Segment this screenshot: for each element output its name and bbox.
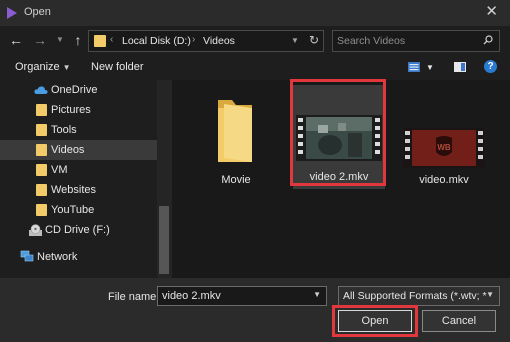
navigation-pane: OneDrive Pictures Tools Videos VM Websit… bbox=[0, 80, 172, 278]
svg-text:WB: WB bbox=[437, 143, 451, 152]
search-box[interactable] bbox=[332, 30, 500, 52]
window-title: Open bbox=[24, 6, 51, 18]
title-bar: Open ✕ bbox=[0, 0, 510, 26]
cancel-button[interactable]: Cancel bbox=[422, 310, 496, 332]
file-name-label: File name: bbox=[108, 291, 160, 303]
sidebar-item-youtube[interactable]: YouTube bbox=[0, 200, 157, 220]
sidebar-item-network[interactable]: Network bbox=[0, 247, 157, 267]
sidebar-item-label: Tools bbox=[51, 124, 77, 136]
address-bar[interactable]: ‹ Local Disk (D:) › Videos ▼ ↻ bbox=[88, 30, 324, 52]
folder-icon bbox=[94, 35, 106, 47]
file-name-field[interactable]: video 2.mkv ▼ bbox=[157, 286, 327, 306]
folder-icon bbox=[218, 100, 252, 162]
file-name: video.mkv bbox=[419, 174, 469, 186]
address-dropdown-icon[interactable]: ▼ bbox=[291, 36, 299, 45]
cloud-icon bbox=[34, 86, 48, 94]
folder-icon bbox=[36, 204, 47, 216]
view-options-chevron-icon[interactable]: ▼ bbox=[426, 63, 434, 72]
breadcrumb-videos[interactable]: Videos bbox=[203, 35, 235, 47]
sidebar-item-label: YouTube bbox=[51, 204, 95, 216]
file-item-movie[interactable]: Movie bbox=[190, 88, 282, 192]
sidebar-item-label: VM bbox=[51, 164, 68, 176]
up-arrow-icon[interactable]: ↑ bbox=[70, 32, 86, 48]
sidebar-item-videos[interactable]: Videos bbox=[0, 140, 157, 160]
file-type-value: All Supported Formats (*.wtv; * bbox=[343, 290, 487, 302]
sidebar-item-label: Network bbox=[37, 251, 78, 263]
folder-icon bbox=[36, 184, 47, 196]
folder-icon bbox=[36, 144, 47, 156]
sidebar-item-label: CD Drive (F:) bbox=[45, 224, 110, 236]
sidebar-item-label: Pictures bbox=[51, 104, 91, 116]
cd-drive-icon bbox=[29, 224, 42, 236]
sidebar-item-cd-drive[interactable]: CD Drive (F:) bbox=[0, 220, 157, 240]
video-thumbnail-icon: WB bbox=[403, 128, 485, 168]
chevron-down-icon: ▼ bbox=[62, 63, 71, 72]
forward-arrow-icon[interactable]: → bbox=[32, 32, 48, 48]
folder-icon bbox=[36, 124, 47, 136]
file-item-video[interactable]: WB video.mkv bbox=[398, 88, 490, 192]
refresh-icon[interactable]: ↻ bbox=[309, 33, 319, 47]
help-icon[interactable]: ? bbox=[484, 60, 497, 73]
app-logo-icon bbox=[7, 7, 17, 19]
organize-label: Organize bbox=[15, 61, 60, 73]
sidebar-item-label: Videos bbox=[51, 144, 85, 156]
recent-locations-chevron-icon[interactable]: ▼ bbox=[52, 32, 68, 48]
sidebar-item-onedrive[interactable]: OneDrive bbox=[0, 80, 157, 100]
file-type-select[interactable]: All Supported Formats (*.wtv; * ▼ bbox=[338, 286, 500, 306]
chevron-down-icon[interactable]: ▼ bbox=[313, 290, 321, 299]
selection-highlight-box bbox=[290, 79, 386, 186]
close-icon[interactable]: ✕ bbox=[485, 4, 498, 20]
network-icon bbox=[20, 250, 34, 262]
file-name-value: video 2.mkv bbox=[162, 290, 221, 302]
search-icon[interactable] bbox=[483, 35, 493, 45]
new-folder-button[interactable]: New folder bbox=[91, 61, 144, 73]
chevron-down-icon[interactable]: ▼ bbox=[486, 290, 494, 299]
search-input[interactable] bbox=[337, 34, 477, 48]
preview-pane-icon[interactable] bbox=[454, 62, 466, 72]
folder-icon bbox=[36, 164, 47, 176]
organize-button[interactable]: Organize ▼ bbox=[15, 61, 71, 73]
file-name: Movie bbox=[221, 174, 251, 186]
back-arrow-icon[interactable]: ← bbox=[8, 32, 24, 48]
sidebar-scrollbar[interactable] bbox=[157, 80, 172, 278]
sidebar-item-label: OneDrive bbox=[51, 84, 98, 96]
dialog-footer: File name: video 2.mkv ▼ All Supported F… bbox=[0, 278, 510, 342]
scrollbar-thumb[interactable] bbox=[159, 206, 169, 274]
sidebar-item-vm[interactable]: VM bbox=[0, 160, 157, 180]
open-button-highlight-box bbox=[332, 305, 418, 337]
breadcrumb-chevron-icon[interactable]: ‹ bbox=[110, 34, 113, 45]
breadcrumb-local-disk[interactable]: Local Disk (D:) bbox=[122, 35, 191, 47]
navigation-bar: ← → ▼ ↑ ‹ Local Disk (D:) › Videos ▼ ↻ bbox=[0, 26, 510, 56]
folder-icon bbox=[36, 104, 47, 116]
sidebar-item-pictures[interactable]: Pictures bbox=[0, 100, 157, 120]
breadcrumb-chevron-icon[interactable]: › bbox=[192, 34, 195, 45]
change-view-icon[interactable] bbox=[408, 62, 420, 72]
sidebar-item-label: Websites bbox=[51, 184, 97, 196]
command-toolbar: Organize ▼ New folder ▼ ? bbox=[0, 56, 510, 80]
sidebar-item-tools[interactable]: Tools bbox=[0, 120, 157, 140]
sidebar-item-websites[interactable]: Websites bbox=[0, 180, 157, 200]
